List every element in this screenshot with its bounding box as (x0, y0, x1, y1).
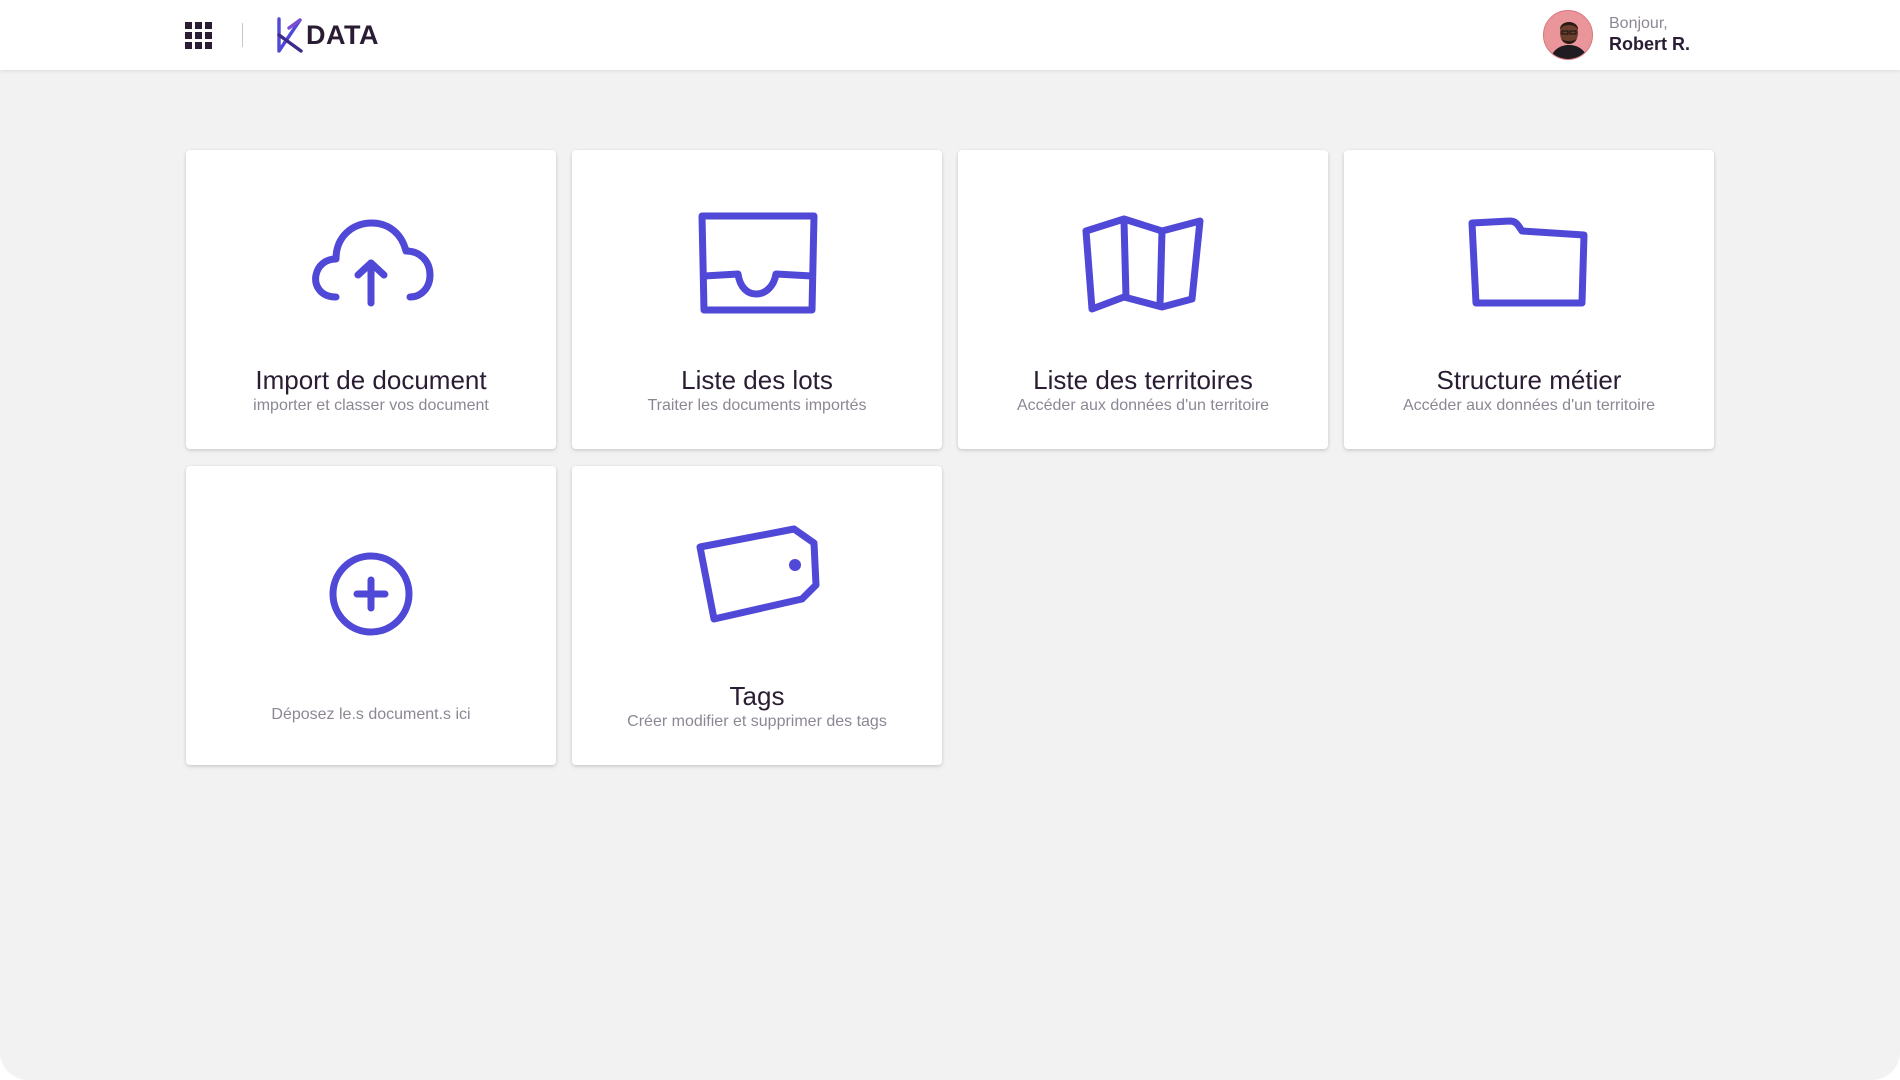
header-divider (242, 23, 243, 47)
apps-grid-icon[interactable] (185, 22, 212, 49)
card-subtitle: Traiter les documents importés (647, 397, 867, 414)
logo[interactable]: DATA (274, 16, 379, 54)
greeting-text: Bonjour, (1609, 15, 1668, 33)
avatar (1543, 10, 1593, 60)
avatar-portrait-icon (1544, 11, 1592, 59)
card-liste-territoires[interactable]: Liste des territoires Accéder aux donnée… (958, 150, 1328, 449)
tag-icon (696, 525, 820, 622)
card-liste-lots[interactable]: Liste des lots Traiter les documents imp… (572, 150, 942, 449)
logo-text: DATA (306, 19, 379, 50)
inbox-icon (698, 212, 818, 313)
user-menu[interactable]: Bonjour, Robert R. (1543, 10, 1690, 60)
card-title: Structure métier (1436, 365, 1622, 395)
card-subtitle: Créer modifier et supprimer des tags (627, 713, 887, 730)
top-bar: DATA Bonjour, Robert R. (0, 0, 1900, 70)
logo-mark-icon (277, 17, 303, 53)
card-structure-metier[interactable]: Structure métier Accéder aux données d'u… (1344, 150, 1714, 449)
card-import-document[interactable]: Import de document importer et classer v… (186, 150, 556, 449)
folder-icon (1468, 217, 1588, 306)
card-title: Tags (729, 681, 785, 711)
card-title: Liste des territoires (1033, 365, 1253, 395)
card-tags[interactable]: Tags Créer modifier et supprimer des tag… (572, 466, 942, 765)
username-text: Robert R. (1609, 33, 1690, 54)
cloud-upload-icon (312, 219, 434, 306)
card-subtitle: Déposez le.s document.s ici (271, 706, 471, 723)
card-drop-zone[interactable]: Déposez le.s document.s ici (186, 466, 556, 765)
map-icon (1082, 215, 1204, 312)
card-subtitle: Accéder aux données d'un territoire (1016, 397, 1270, 414)
card-subtitle: importer et classer vos document (253, 397, 489, 414)
card-subtitle: Accéder aux données d'un territoire (1402, 397, 1656, 414)
card-title: Liste des lots (681, 365, 833, 395)
app-background: DATA Bonjour, Robert R. Import de docume… (0, 0, 1900, 1080)
plus-circle-icon (329, 552, 413, 635)
card-title: Import de document (255, 365, 487, 395)
